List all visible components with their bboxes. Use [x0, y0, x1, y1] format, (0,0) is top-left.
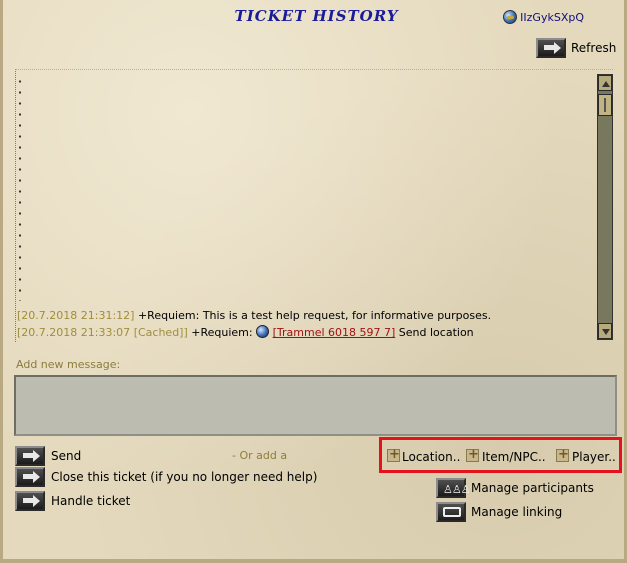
or-add-label: - Or add a	[232, 449, 288, 462]
history-scrollbar[interactable]	[597, 74, 613, 340]
manage-linking-label: Manage linking	[471, 505, 563, 519]
cached-badge: [Cached]]	[133, 326, 188, 339]
manage-participants-label: Manage participants	[471, 481, 594, 495]
history-panel	[15, 69, 613, 342]
location-link[interactable]: [Trammel 6018 597 7]	[273, 326, 396, 339]
handle-ticket-label: Handle ticket	[51, 494, 131, 508]
ticket-history-window: TICKET HISTORY IIzGykSXpQ Refresh [20.7.…	[0, 0, 627, 563]
send-label: Send	[51, 449, 82, 463]
message-author: +Requiem:	[137, 309, 200, 322]
history-dots	[18, 76, 22, 301]
plus-icon[interactable]	[466, 447, 479, 462]
item-npc-button-label[interactable]: Item/NPC..	[482, 450, 546, 464]
scroll-thumb[interactable]	[598, 94, 612, 116]
close-ticket-label: Close this ticket (if you no longer need…	[51, 470, 318, 484]
message-author: +Requiem:	[191, 326, 253, 339]
scroll-down-icon[interactable]	[598, 323, 612, 339]
participants-icon: ♙♙♙	[443, 483, 471, 496]
player-button-label[interactable]: Player..	[572, 450, 616, 464]
plus-icon[interactable]	[556, 447, 569, 462]
manage-participants-button[interactable]: ♙♙♙	[436, 478, 471, 498]
plus-icon[interactable]	[387, 447, 400, 462]
link-icon	[443, 507, 461, 517]
send-button[interactable]	[15, 446, 45, 466]
message-text: Send location	[398, 326, 474, 339]
location-button-label[interactable]: Location..	[402, 450, 460, 464]
handle-ticket-button[interactable]	[15, 491, 45, 511]
message-text: This is a test help request, for informa…	[202, 309, 492, 322]
message-input[interactable]	[14, 375, 617, 436]
refresh-button[interactable]	[536, 38, 566, 58]
history-message: [20.7.2018 21:33:07 [Cached]] +Requiem: …	[17, 325, 474, 339]
username: IIzGykSXpQ	[520, 10, 584, 24]
message-timestamp: [20.7.2018 21:31:12]	[17, 309, 135, 322]
scroll-up-icon[interactable]	[598, 75, 612, 91]
globe-icon	[256, 325, 270, 338]
globe-icon	[503, 10, 518, 24]
add-message-label: Add new message:	[16, 358, 121, 371]
refresh-label: Refresh	[571, 41, 617, 55]
message-timestamp: [20.7.2018 21:33:07	[17, 326, 131, 339]
history-message: [20.7.2018 21:31:12] +Requiem: This is a…	[17, 309, 491, 322]
manage-linking-button[interactable]	[436, 502, 466, 522]
user-badge: IIzGykSXpQ	[503, 10, 584, 24]
close-ticket-button[interactable]	[15, 467, 45, 487]
